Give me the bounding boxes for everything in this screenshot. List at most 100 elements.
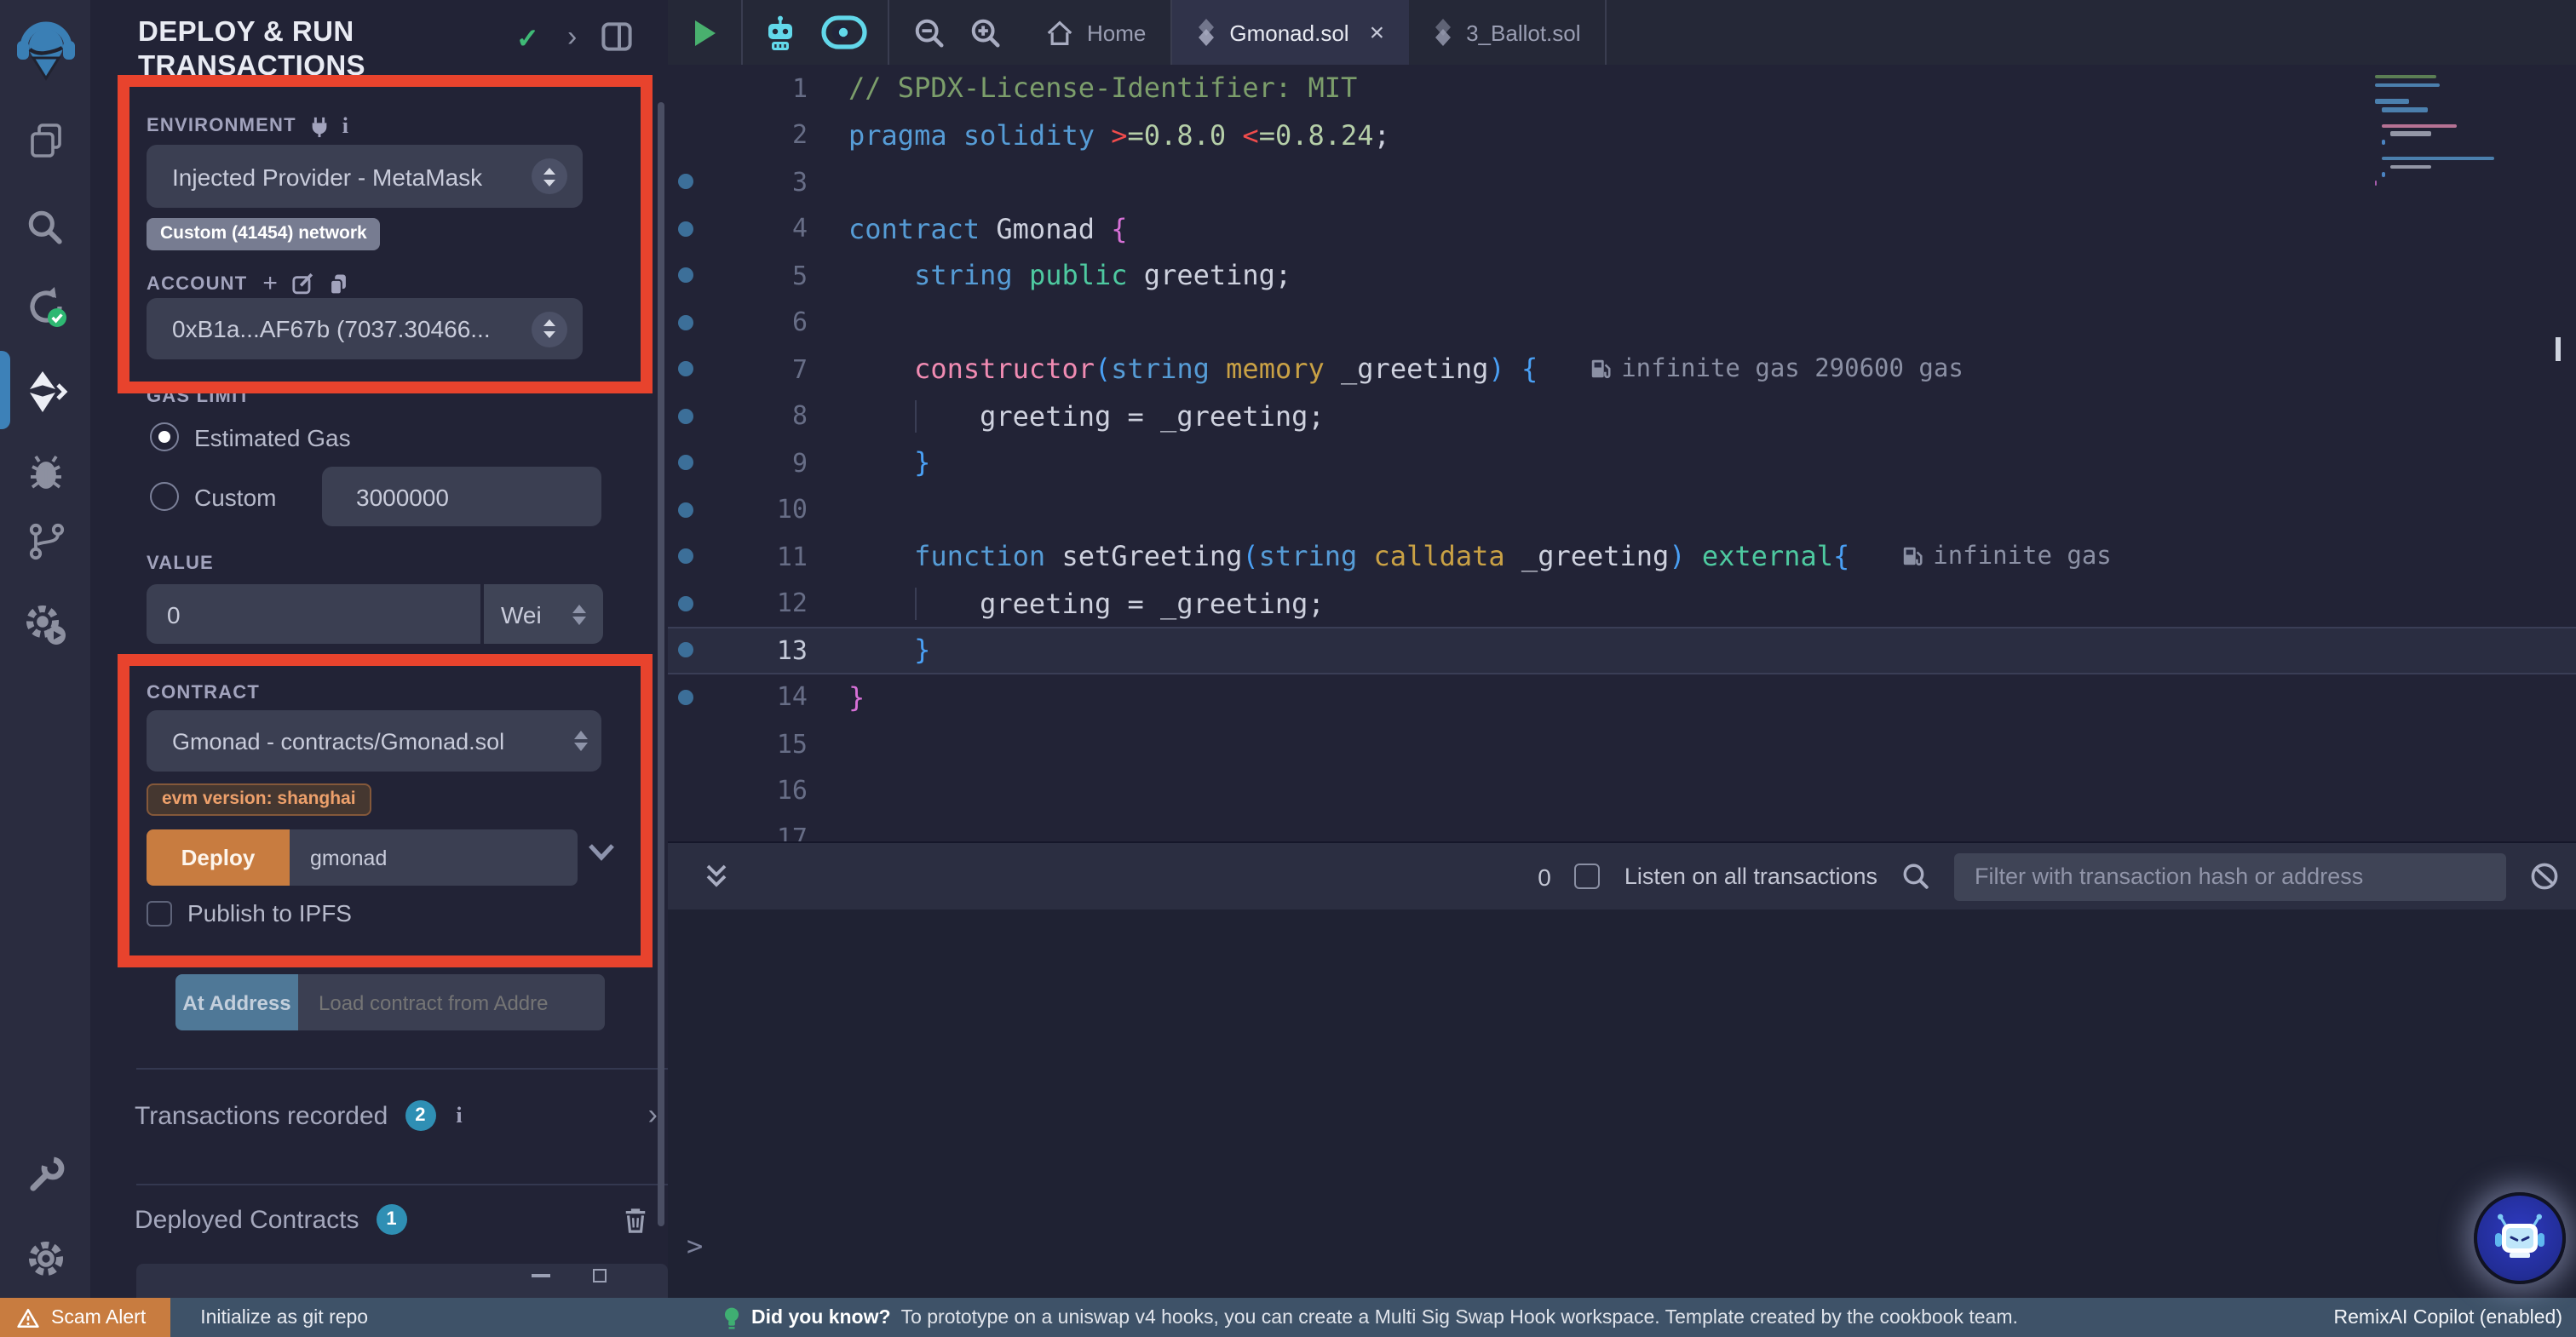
code-line[interactable]: 2pragma solidity >=0.8.0 <=0.8.24; xyxy=(668,112,2576,158)
code-line[interactable]: 17 xyxy=(668,814,2576,841)
gutter-dot-icon[interactable] xyxy=(668,362,702,377)
gutter-dot-icon[interactable] xyxy=(668,409,702,424)
line-number[interactable]: 13 xyxy=(702,635,808,666)
at-address-input[interactable] xyxy=(298,974,605,1030)
split-panel-icon[interactable] xyxy=(601,22,632,51)
search-icon[interactable] xyxy=(0,208,90,247)
code-line[interactable]: 5 string public greeting; xyxy=(668,252,2576,299)
solidity-compiler-icon[interactable] xyxy=(0,284,90,329)
tools-icon[interactable] xyxy=(0,1155,90,1196)
run-script-button[interactable] xyxy=(668,0,741,65)
code-line[interactable]: 15 xyxy=(668,720,2576,767)
line-number[interactable]: 15 xyxy=(702,729,808,760)
line-number[interactable]: 2 xyxy=(702,120,808,151)
account-select-arrows-icon[interactable] xyxy=(532,311,567,347)
estimated-gas-radio[interactable] xyxy=(150,422,179,451)
minimap[interactable] xyxy=(2375,75,2532,214)
publish-ipfs-checkbox[interactable] xyxy=(147,900,172,926)
gutter-dot-icon[interactable] xyxy=(668,643,702,658)
gutter-dot-icon[interactable] xyxy=(668,690,702,705)
listen-all-checkbox[interactable] xyxy=(1575,864,1601,889)
code-line[interactable]: 6 xyxy=(668,299,2576,346)
remixai-button[interactable] xyxy=(743,0,811,65)
code-line[interactable]: 13 } xyxy=(668,627,2576,674)
deploy-button[interactable]: Deploy xyxy=(147,829,290,886)
info-icon[interactable]: i xyxy=(342,112,349,140)
environment-select[interactable]: Injected Provider - MetaMask xyxy=(147,145,583,208)
custom-gas-radio[interactable] xyxy=(150,482,179,511)
code-line[interactable]: 1// SPDX-License-Identifier: MIT xyxy=(668,65,2576,112)
code-line[interactable]: 10 xyxy=(668,486,2576,533)
code-line[interactable]: 8 greeting = _greeting; xyxy=(668,393,2576,439)
custom-gas-option[interactable]: Custom xyxy=(150,482,276,511)
chevron-right-icon[interactable]: › xyxy=(567,20,577,55)
line-number[interactable]: 7 xyxy=(702,354,808,385)
deploy-expand-chevron-icon[interactable] xyxy=(588,843,615,862)
zoom-in-button[interactable] xyxy=(961,0,1022,65)
at-address-button[interactable]: At Address xyxy=(175,974,298,1030)
remix-logo-icon[interactable] xyxy=(0,20,90,82)
plugin-manager-icon[interactable] xyxy=(0,603,90,647)
copy-address-icon[interactable] xyxy=(593,1269,607,1282)
estimated-gas-option[interactable]: Estimated Gas xyxy=(150,422,351,451)
code-line[interactable]: 12 greeting = _greeting; xyxy=(668,580,2576,627)
tab-ballot[interactable]: 3_Ballot.sol xyxy=(1408,0,1604,65)
gutter-dot-icon[interactable] xyxy=(668,221,702,237)
environment-select-arrows-icon[interactable] xyxy=(532,158,567,194)
value-unit-select[interactable]: Wei xyxy=(484,584,603,644)
copilot-toggle[interactable] xyxy=(811,0,888,65)
panel-scrollbar[interactable] xyxy=(658,102,664,1226)
expand-chevron-icon[interactable]: › xyxy=(648,1099,658,1133)
trash-icon[interactable] xyxy=(624,1207,647,1232)
expand-terminal-button[interactable] xyxy=(668,864,727,889)
gutter-dot-icon[interactable] xyxy=(668,596,702,611)
contract-select[interactable]: Gmonad - contracts/Gmonad.sol xyxy=(147,710,601,772)
gutter-dot-icon[interactable] xyxy=(668,549,702,565)
line-number[interactable]: 14 xyxy=(702,682,808,713)
tab-close-icon[interactable]: × xyxy=(1370,18,1385,47)
gutter-dot-icon[interactable] xyxy=(668,175,702,190)
gutter-dot-icon[interactable] xyxy=(668,502,702,518)
gutter-dot-icon[interactable] xyxy=(668,268,702,284)
clear-filter-ban-icon[interactable] xyxy=(2530,862,2559,891)
transactions-recorded-row[interactable]: Transactions recorded 2 i › xyxy=(135,1099,668,1133)
line-number[interactable]: 1 xyxy=(702,73,808,104)
settings-gear-icon[interactable] xyxy=(0,1238,90,1279)
scam-alert-button[interactable]: Scam Alert xyxy=(0,1298,170,1337)
line-number[interactable]: 16 xyxy=(702,776,808,806)
remixai-assistant-button[interactable] xyxy=(2474,1192,2566,1284)
git-icon[interactable] xyxy=(0,521,90,562)
zoom-out-button[interactable] xyxy=(889,0,961,65)
tab-home[interactable]: Home xyxy=(1022,0,1170,65)
code-line[interactable]: 3 xyxy=(668,158,2576,205)
terminal-search-icon[interactable] xyxy=(1901,862,1930,891)
debugger-icon[interactable] xyxy=(0,451,90,492)
code-line[interactable]: 14} xyxy=(668,674,2576,720)
code-line[interactable]: 11 function setGreeting(string calldata … xyxy=(668,533,2576,580)
deployed-contract-item-partial[interactable] xyxy=(136,1264,668,1298)
init-git-repo-button[interactable]: Initialize as git repo xyxy=(200,1307,368,1328)
line-number[interactable]: 8 xyxy=(702,401,808,432)
account-select[interactable]: 0xB1a...AF67b (7037.30466... xyxy=(147,298,583,359)
gutter-dot-icon[interactable] xyxy=(668,315,702,330)
copy-icon[interactable] xyxy=(326,272,348,296)
plug-icon[interactable] xyxy=(308,115,331,137)
line-number[interactable]: 3 xyxy=(702,167,808,198)
value-input[interactable] xyxy=(147,584,480,644)
line-number[interactable]: 17 xyxy=(702,823,808,842)
line-number[interactable]: 5 xyxy=(702,261,808,291)
line-number[interactable]: 4 xyxy=(702,214,808,244)
line-number[interactable]: 9 xyxy=(702,448,808,479)
code-line[interactable]: 7 constructor(string memory _greeting) {… xyxy=(668,346,2576,393)
edit-icon[interactable] xyxy=(290,272,314,296)
deploy-param-input[interactable] xyxy=(290,829,578,886)
code-line[interactable]: 9 } xyxy=(668,439,2576,486)
file-explorer-icon[interactable] xyxy=(0,121,90,162)
code-editor[interactable]: 1// SPDX-License-Identifier: MIT2pragma … xyxy=(668,65,2576,841)
code-line[interactable]: 4contract Gmonad { xyxy=(668,205,2576,252)
line-number[interactable]: 11 xyxy=(702,542,808,572)
code-line[interactable]: 16 xyxy=(668,767,2576,814)
gutter-dot-icon[interactable] xyxy=(668,456,702,471)
transaction-filter-input[interactable] xyxy=(1954,852,2506,900)
copilot-status[interactable]: RemixAI Copilot (enabled) xyxy=(2334,1298,2562,1337)
